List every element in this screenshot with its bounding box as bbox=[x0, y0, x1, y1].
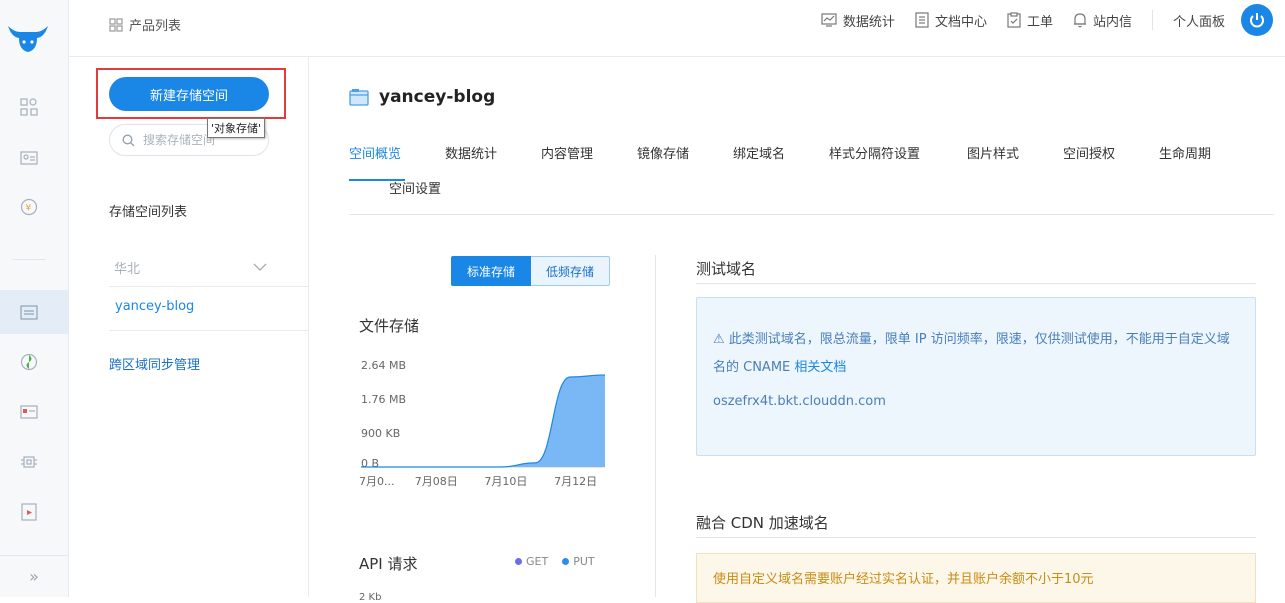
tab-domain[interactable]: 绑定域名 bbox=[733, 143, 785, 162]
svg-text:¥: ¥ bbox=[26, 204, 32, 214]
breadcrumb[interactable]: 产品列表 bbox=[109, 15, 181, 34]
video-icon[interactable] bbox=[19, 502, 39, 522]
bucket-icon bbox=[349, 89, 369, 106]
nav-label: 工单 bbox=[1026, 14, 1053, 30]
test-domain-value[interactable]: oszefrx4t.bkt.clouddn.com bbox=[713, 394, 1239, 409]
y-tick-label: 1.76 MB bbox=[361, 393, 406, 406]
nav-label: 数据统计 bbox=[842, 14, 895, 30]
legend-get[interactable]: GET bbox=[515, 555, 548, 568]
x-tick-label: 7月10日 bbox=[484, 475, 527, 488]
storage-class-toggle: 标准存储 低频存储 bbox=[451, 256, 611, 286]
bell-icon bbox=[1073, 13, 1086, 28]
region-label: 华北 bbox=[114, 261, 141, 277]
breadcrumb-label: 产品列表 bbox=[129, 19, 182, 34]
nav-messages[interactable]: 站内信 bbox=[1073, 8, 1132, 32]
tooltip: '对象存储' bbox=[207, 118, 266, 138]
bucket-item[interactable]: yancey-blog bbox=[115, 299, 194, 314]
new-bucket-button[interactable]: 新建存储空间 bbox=[109, 77, 269, 111]
app-rail: ¥ » bbox=[0, 0, 69, 597]
x-tick-label: 7月0... bbox=[359, 475, 395, 488]
y-tick-label: 0 B bbox=[361, 457, 379, 470]
warning-text: ⚠ 此类测试域名，限总流量，限单 IP 访问频率，限速，仅供测试使用，不能用于自… bbox=[713, 332, 1230, 375]
expand-rail-icon[interactable]: » bbox=[0, 555, 68, 597]
clipboard-icon bbox=[1007, 12, 1021, 28]
nav-tickets[interactable]: 工单 bbox=[1007, 8, 1053, 32]
divider bbox=[696, 537, 1256, 538]
bucket-list-title: 存储空间列表 bbox=[109, 205, 188, 220]
divider bbox=[696, 283, 1256, 284]
storage-sidebar: 新建存储空间 '对象存储' 存储空间列表 华北 yancey-blog 跨区域同… bbox=[69, 57, 309, 597]
divider bbox=[109, 286, 309, 287]
test-domain-warning: ⚠ 此类测试域名，限总流量，限单 IP 访问频率，限速，仅供测试使用，不能用于自… bbox=[713, 326, 1239, 382]
billing-icon[interactable]: ¥ bbox=[19, 197, 39, 217]
tab-authorization[interactable]: 空间授权 bbox=[1063, 143, 1115, 162]
top-bar: 产品列表 数据统计 文档中心 工单 站内信 个人面板 bbox=[69, 0, 1285, 57]
cdn-domain-title: 融合 CDN 加速域名 bbox=[696, 514, 829, 532]
nav-data-stats[interactable]: 数据统计 bbox=[821, 8, 895, 32]
search-icon bbox=[122, 133, 135, 146]
nav-label: 文档中心 bbox=[934, 14, 987, 30]
api-requests-title: API 请求 bbox=[359, 555, 418, 573]
tab-style-separator[interactable]: 样式分隔符设置 bbox=[829, 143, 920, 162]
overview-icon[interactable] bbox=[19, 97, 39, 117]
legend-put-label: PUT bbox=[573, 555, 595, 568]
rail-divider bbox=[12, 259, 46, 260]
cdn-notice: 使用自定义域名需要账户经过实名认证，并且账户余额不小于10元 bbox=[696, 553, 1256, 603]
file-storage-chart: 0 B 900 KB 1.76 MB 2.64 MB 7月0... 7月08日 7月10日… bbox=[359, 359, 606, 488]
related-docs-link[interactable]: 相关文档 bbox=[794, 360, 846, 375]
power-icon[interactable] bbox=[1241, 4, 1273, 36]
top-nav: 数据统计 文档中心 工单 站内信 个人面板 bbox=[801, 4, 1273, 36]
cross-region-sync-link[interactable]: 跨区域同步管理 bbox=[109, 354, 200, 373]
divider bbox=[109, 330, 309, 331]
nav-docs[interactable]: 文档中心 bbox=[915, 8, 987, 32]
grid-icon bbox=[109, 17, 123, 32]
storage-area bbox=[361, 374, 605, 467]
tab-content[interactable]: 内容管理 bbox=[541, 143, 593, 162]
test-domain-title: 测试域名 bbox=[696, 260, 757, 278]
standard-storage-button[interactable]: 标准存储 bbox=[451, 256, 532, 286]
cdn-globe-icon[interactable] bbox=[19, 352, 39, 372]
chart-icon bbox=[821, 13, 837, 27]
chevron-down-icon bbox=[253, 263, 267, 271]
logo-icon[interactable] bbox=[6, 18, 50, 58]
api-y-tick: 2 Kb bbox=[359, 592, 382, 603]
tab-data-stats[interactable]: 数据统计 bbox=[445, 143, 497, 162]
main-content: yancey-blog 空间概览 数据统计 内容管理 镜像存储 绑定域名 样式分… bbox=[309, 57, 1285, 603]
x-tick-label: 7月08日 bbox=[415, 475, 458, 488]
bucket-title-text: yancey-blog bbox=[379, 87, 496, 107]
tab-divider bbox=[349, 214, 1274, 215]
x-tick-label: 7月12日 bbox=[554, 475, 597, 488]
id-card-icon[interactable] bbox=[19, 147, 39, 167]
api-legend: GET PUT bbox=[515, 555, 595, 568]
tab-mirror[interactable]: 镜像存储 bbox=[637, 143, 689, 162]
media-card-icon[interactable] bbox=[19, 402, 39, 422]
low-freq-storage-button[interactable]: 低频存储 bbox=[531, 256, 611, 286]
y-tick-label: 2.64 MB bbox=[361, 359, 406, 372]
document-icon bbox=[915, 12, 929, 28]
column-divider bbox=[655, 255, 656, 597]
user-panel-label: 个人面板 bbox=[1172, 14, 1225, 30]
tab-image-style[interactable]: 图片样式 bbox=[967, 143, 1019, 162]
nav-label: 站内信 bbox=[1092, 14, 1132, 30]
test-domain-box: ⚠ 此类测试域名，限总流量，限单 IP 访问频率，限速，仅供测试使用，不能用于自… bbox=[696, 297, 1256, 456]
tab-lifecycle[interactable]: 生命周期 bbox=[1159, 143, 1211, 162]
file-storage-title: 文件存储 bbox=[359, 317, 420, 335]
legend-get-label: GET bbox=[526, 555, 549, 568]
y-tick-label: 900 KB bbox=[361, 427, 400, 440]
chip-icon[interactable] bbox=[19, 452, 39, 472]
user-panel[interactable]: 个人面板 bbox=[1172, 4, 1273, 36]
region-dropdown[interactable]: 华北 bbox=[109, 248, 269, 286]
legend-put[interactable]: PUT bbox=[562, 555, 595, 568]
active-tab-indicator bbox=[349, 179, 405, 181]
tab-overview[interactable]: 空间概览 bbox=[349, 143, 401, 162]
storage-icon[interactable] bbox=[19, 302, 39, 322]
nav-divider bbox=[1151, 10, 1153, 30]
bucket-title: yancey-blog bbox=[349, 87, 495, 107]
